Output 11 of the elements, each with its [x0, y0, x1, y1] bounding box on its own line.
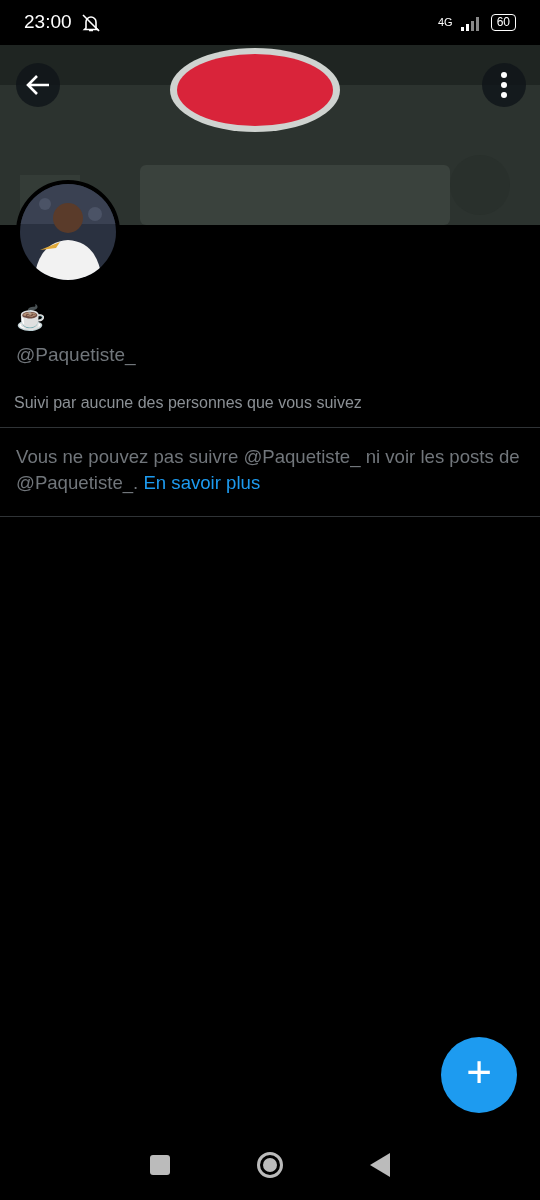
back-nav-button[interactable] [370, 1153, 390, 1177]
home-button[interactable] [256, 1151, 284, 1179]
learn-more-link[interactable]: En savoir plus [143, 472, 261, 494]
battery-indicator: 60 [490, 14, 516, 31]
blocked-notice: Vous ne pouvez pas suivre @Paquetiste_ ni voir les posts de @Paquetiste_. En savoir plus [16, 445, 521, 496]
username: @Paquetiste_ [16, 342, 137, 368]
network-label: 4G [437, 15, 453, 31]
display-name: ☕ [16, 304, 47, 333]
clock-time: 23:00 [24, 10, 72, 35]
muted-bell-icon [79, 12, 102, 33]
followers-note: Suivi par aucune des personnes que vous suivez [14, 393, 363, 414]
